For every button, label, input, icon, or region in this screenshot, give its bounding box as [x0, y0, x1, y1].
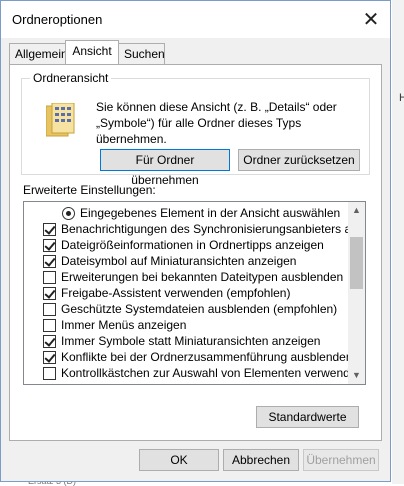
scroll-down-icon[interactable]: ▼ — [348, 367, 365, 384]
checkbox[interactable] — [43, 303, 56, 316]
close-button[interactable]: ✕ — [358, 7, 384, 33]
background-text: H — [399, 92, 404, 104]
apply-to-folders-button[interactable]: Für Ordner übernehmen — [100, 149, 230, 187]
folder-view-description: Sie können diese Ansicht (z. B. „Details… — [96, 100, 337, 146]
tab-allgemein[interactable]: Allgemein — [9, 43, 68, 64]
apply-button[interactable]: Übernehmen — [303, 449, 379, 471]
list-item-label: Eingegebenes Element in der Ansicht ausw… — [80, 206, 341, 220]
tab-panel-ansicht: Ordneransicht Sie können diese Ansicht (… — [9, 64, 382, 441]
checkbox[interactable] — [43, 287, 56, 300]
list-item-label: Erweiterungen bei bekannten Dateitypen a… — [61, 270, 344, 284]
checkbox[interactable] — [43, 223, 56, 236]
tab-ansicht[interactable]: Ansicht — [65, 40, 119, 64]
checkbox[interactable] — [43, 351, 56, 364]
list-item-label: Dateigrößeinformationen in Ordnertipps a… — [61, 238, 324, 252]
folder-icon — [45, 102, 76, 142]
folder-view-label: Ordneransicht — [30, 71, 112, 85]
checkmark-icon — [44, 287, 56, 299]
checkmark-icon — [44, 223, 56, 235]
cancel-button[interactable]: Abbrechen — [223, 449, 299, 471]
checkbox[interactable] — [43, 239, 56, 252]
defaults-button[interactable]: Standardwerte — [256, 406, 359, 428]
list-item-label: Benachrichtigungen des Synchronisierungs… — [61, 222, 366, 236]
checkbox[interactable] — [43, 367, 56, 380]
ok-button[interactable]: OK — [139, 449, 219, 471]
checkmark-icon — [44, 351, 56, 363]
title-bar[interactable]: Ordneroptionen ✕ — [1, 1, 390, 38]
list-item-label: Dateisymbol auf Miniaturansichten anzeig… — [61, 254, 297, 268]
scroll-up-icon[interactable]: ▲ — [348, 202, 365, 219]
list-scrollbar[interactable]: ▲ ▼ — [348, 202, 365, 384]
close-icon: ✕ — [362, 9, 380, 31]
reset-folders-button[interactable]: Ordner zurücksetzen — [238, 149, 360, 171]
list-item-label: Freigabe-Assistent verwenden (empfohlen) — [61, 286, 291, 300]
list-item-label: Immer Symbole statt Miniaturansichten an… — [61, 334, 321, 348]
folder-options-dialog: Ordneroptionen ✕ Allgemein Ansicht Suche… — [0, 0, 391, 482]
checkbox[interactable] — [43, 255, 56, 268]
checkbox[interactable] — [43, 271, 56, 284]
checkmark-icon — [44, 239, 56, 251]
checkmark-icon — [44, 335, 56, 347]
list-item-label: Kontrollkästchen zur Auswahl von Element… — [61, 366, 364, 380]
list-item-label: Konflikte bei der Ordnerzusammenführung … — [61, 350, 353, 364]
window-title: Ordneroptionen — [12, 12, 103, 27]
list-item-label: Geschützte Systemdateien ausblenden (emp… — [61, 302, 338, 316]
checkbox[interactable] — [43, 335, 56, 348]
tab-suchen[interactable]: Suchen — [118, 43, 165, 64]
checkbox[interactable] — [43, 319, 56, 332]
scroll-thumb[interactable] — [350, 237, 363, 289]
folder-view-group: Ordneransicht Sie können diese Ansicht (… — [21, 71, 370, 187]
background-window — [392, 0, 404, 484]
list-item-label: Immer Menüs anzeigen — [61, 318, 187, 332]
advanced-settings-label: Erweiterte Einstellungen: — [23, 183, 156, 197]
advanced-settings-list[interactable]: Kontrollkästchen zur Auswahl von Element… — [23, 201, 366, 385]
radio-button[interactable] — [62, 207, 75, 220]
checkmark-icon — [44, 255, 56, 267]
radio-dot-icon — [66, 211, 71, 216]
